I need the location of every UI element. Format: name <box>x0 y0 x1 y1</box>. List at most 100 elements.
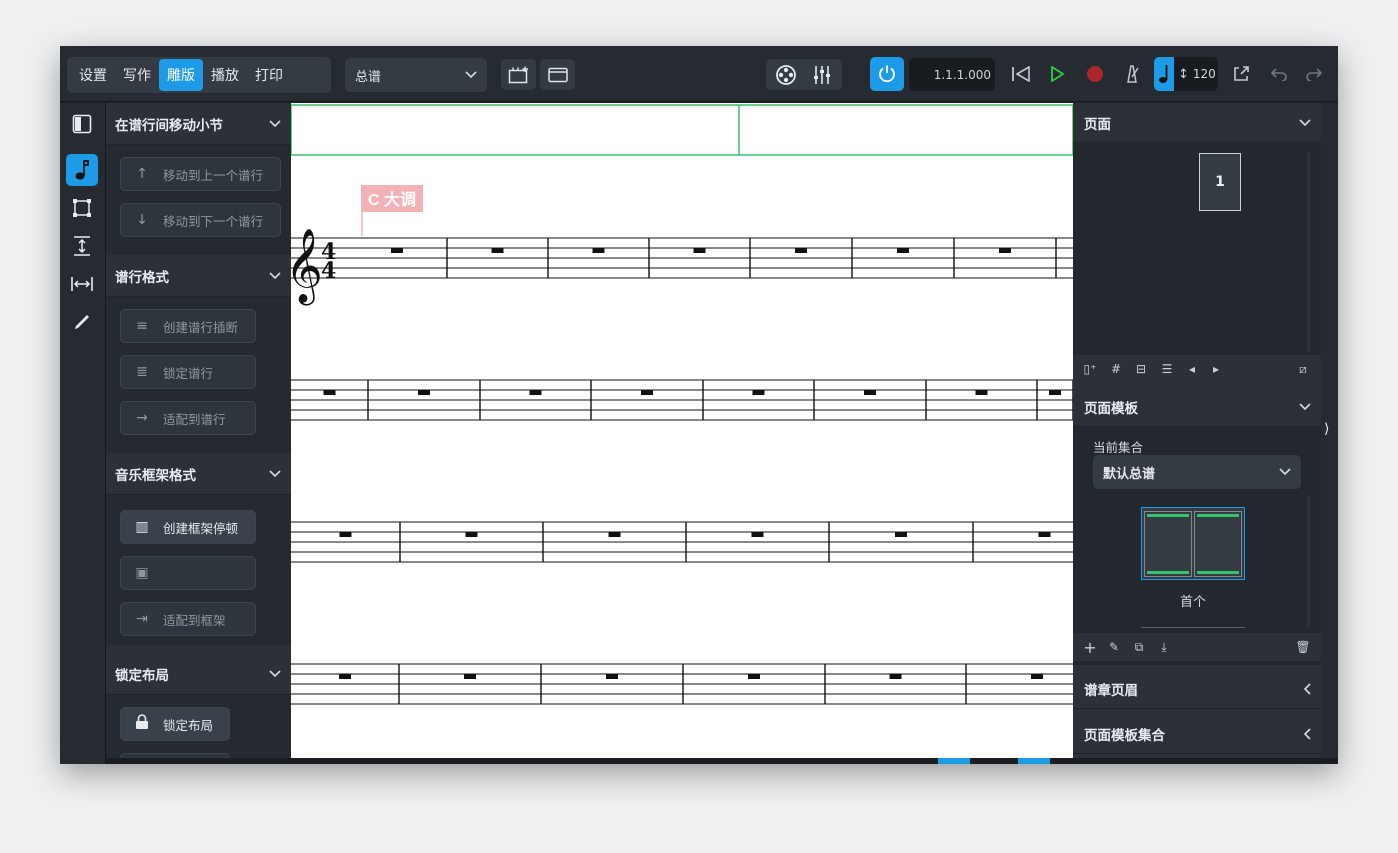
status-page-view-toggle[interactable] <box>1018 758 1050 764</box>
whole-rest[interactable] <box>391 248 403 253</box>
whole-rest[interactable] <box>795 248 807 253</box>
whole-rest[interactable] <box>491 248 504 253</box>
templates-scrollbar[interactable] <box>1307 497 1310 627</box>
whole-rest[interactable] <box>752 390 765 395</box>
page-format-button[interactable]: ☰ <box>1157 359 1177 379</box>
whole-rest[interactable] <box>693 248 706 253</box>
create-system-break-button[interactable]: ≡ 创建谱行插断 <box>120 309 256 343</box>
staff-system[interactable] <box>291 237 1073 279</box>
new-tab-button[interactable] <box>501 59 536 90</box>
undo-button[interactable] <box>1266 60 1292 88</box>
next-page-button[interactable]: ▸ <box>1207 359 1225 379</box>
section-header-flow-headings[interactable]: 谱章页眉 <box>1073 669 1321 709</box>
fit-to-system-button[interactable]: → 适配到谱行 <box>120 401 256 435</box>
move-to-next-system-button[interactable]: ↓ 移动到下一个谱行 <box>120 203 281 237</box>
toggle-left-panel-button[interactable] <box>66 108 98 140</box>
whole-rest[interactable] <box>748 674 760 679</box>
section-header-lock-layout[interactable]: 锁定布局 <box>106 653 291 695</box>
export-button[interactable] <box>1228 60 1254 88</box>
mode-tab-play[interactable]: 播放 <box>203 59 247 91</box>
section-header-pages[interactable]: 页面 <box>1073 103 1321 143</box>
lock-layout-button[interactable]: 锁定布局 <box>120 707 230 741</box>
whole-rest[interactable] <box>418 390 430 395</box>
section-header-page-template-sets[interactable]: 页面模板集合 <box>1073 714 1321 754</box>
graphic-editing-tool[interactable] <box>66 154 98 186</box>
right-panel-collapse-strip[interactable]: ⟩ <box>1321 103 1338 764</box>
move-to-previous-system-button[interactable]: ↑ 移动到上一个谱行 <box>120 157 281 191</box>
mixer-button[interactable] <box>804 64 840 86</box>
whole-rest[interactable] <box>1038 532 1051 537</box>
add-page-button[interactable]: ▯⁺ <box>1081 359 1099 379</box>
whole-rest[interactable] <box>1031 674 1043 679</box>
whole-rest[interactable] <box>323 390 336 395</box>
rewind-button[interactable] <box>1008 60 1034 88</box>
metronome-button[interactable] <box>1119 60 1145 88</box>
whole-rest[interactable] <box>864 390 876 395</box>
whole-rest[interactable] <box>999 248 1011 253</box>
mode-tab-print[interactable]: 打印 <box>247 59 291 91</box>
previous-page-button[interactable]: ◂ <box>1183 359 1201 379</box>
create-frame-break-button[interactable]: ▥ 创建框架停顿 <box>120 510 256 544</box>
whole-rest[interactable] <box>608 532 621 537</box>
delete-template-button[interactable]: 🗑 <box>1293 637 1313 657</box>
note-spacing-tool[interactable] <box>66 268 98 300</box>
whole-rest[interactable] <box>1049 390 1061 395</box>
template-thumbnail[interactable] <box>1141 507 1245 580</box>
remove-override-button[interactable]: ⧄ <box>1293 359 1313 379</box>
whole-rest[interactable] <box>895 532 907 537</box>
import-template-button[interactable]: ⤓ <box>1155 637 1173 657</box>
whole-rest[interactable] <box>592 248 605 253</box>
whole-rest[interactable] <box>339 674 351 679</box>
tempo-mode-toggle[interactable] <box>1154 57 1174 91</box>
title-frame[interactable] <box>291 104 1073 156</box>
section-header-system-formatting[interactable]: 谱行格式 <box>106 255 291 297</box>
page-number-button[interactable]: # <box>1107 359 1125 379</box>
page-thumbnail[interactable]: 1 <box>1199 153 1241 211</box>
redo-button[interactable] <box>1301 60 1327 88</box>
whole-rest[interactable] <box>464 674 476 679</box>
page-template-set-selector[interactable]: 默认总谱 <box>1093 455 1301 489</box>
play-button[interactable] <box>1044 60 1070 88</box>
whole-rest[interactable] <box>897 248 909 253</box>
whole-rest[interactable] <box>751 532 764 537</box>
fit-to-frame-button[interactable]: ⇥ 适配到框架 <box>120 602 256 636</box>
video-button[interactable] <box>768 64 804 86</box>
transport-position-display[interactable]: 1.1.1.000 <box>909 58 995 91</box>
duplicate-template-button[interactable]: ⧉ <box>1129 637 1149 657</box>
status-view-toggle[interactable] <box>938 758 970 764</box>
section-header-frame-formatting[interactable]: 音乐框架格式 <box>106 453 291 495</box>
section-header-page-templates[interactable]: 页面模板 <box>1073 387 1321 427</box>
position-readout: 1.1.1.000 <box>933 67 991 82</box>
whole-rest[interactable] <box>606 674 618 679</box>
mode-tab-write[interactable]: 写作 <box>115 59 159 91</box>
frame-editing-tool[interactable] <box>66 192 98 224</box>
staff-system[interactable] <box>291 521 1073 563</box>
mode-tab-setup[interactable]: 设置 <box>71 59 115 91</box>
staff-system[interactable] <box>291 379 1073 421</box>
lock-frame-button[interactable]: ▣ <box>120 556 256 590</box>
staff-system[interactable] <box>291 663 1073 705</box>
lock-system-button[interactable]: ≣ 锁定谱行 <box>120 355 256 389</box>
page-override-button[interactable]: ⊟ <box>1131 359 1151 379</box>
whole-rest[interactable] <box>465 532 478 537</box>
whole-rest[interactable] <box>339 532 352 537</box>
whole-rest[interactable] <box>889 674 902 679</box>
pen-tool[interactable] <box>66 306 98 338</box>
whole-rest[interactable] <box>975 390 988 395</box>
whole-rest[interactable] <box>529 390 542 395</box>
whole-rest[interactable] <box>641 390 653 395</box>
page-override-icon: ⊟ <box>1135 362 1147 376</box>
score-view[interactable]: C 大调 𝄞 4 4 <box>291 103 1073 764</box>
staff-spacing-tool[interactable] <box>66 230 98 262</box>
mode-tab-engrave[interactable]: 雕版 <box>159 59 203 91</box>
pages-scrollbar[interactable] <box>1307 151 1310 351</box>
record-button[interactable] <box>1082 60 1108 88</box>
edit-template-button[interactable]: ✎ <box>1105 637 1123 657</box>
dorico-window: 设置 写作 雕版 播放 打印 总谱 1.1.1.000 ↕ 120 在谱行间移动… <box>60 46 1338 764</box>
section-header-move-bars[interactable]: 在谱行间移动小节 <box>106 103 291 145</box>
tempo-control[interactable]: ↕ 120 <box>1154 57 1218 91</box>
activate-project-button[interactable] <box>870 57 904 91</box>
window-button[interactable] <box>540 59 575 90</box>
layout-selector[interactable]: 总谱 <box>345 58 487 92</box>
add-template-button[interactable]: + <box>1081 637 1099 657</box>
